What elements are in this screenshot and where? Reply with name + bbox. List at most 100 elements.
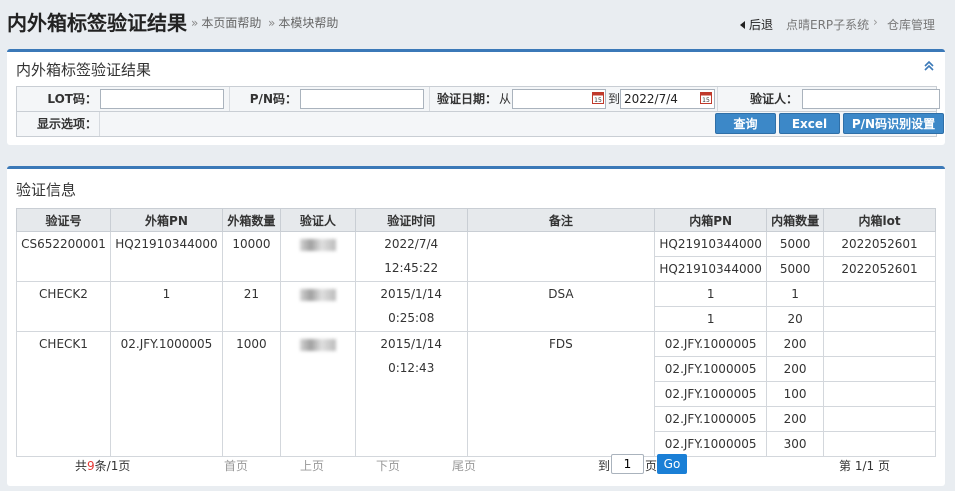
inner-pn-cell: 02.JFY.1000005 [654, 406, 768, 432]
prev-page-link[interactable]: 上页 [300, 457, 324, 474]
total-count: 共9条/1页 [75, 457, 130, 474]
inner-lot-cell [823, 306, 936, 332]
verifier-input[interactable] [802, 89, 940, 109]
filter-panel-title: 内外箱标签验证结果 [16, 61, 152, 79]
inner-pn-cell: 1 [654, 281, 768, 307]
date-label: 验证日期： [436, 92, 497, 106]
breadcrumb-item-erp[interactable]: 点晴ERP子系统 [786, 16, 869, 33]
page-help-label: 本页面帮助 [201, 16, 262, 30]
lot-input[interactable] [100, 89, 224, 109]
inner-pn-cell: HQ21910344000 [654, 231, 768, 257]
inner-lot-cell [823, 331, 936, 357]
first-page-link[interactable]: 首页 [224, 457, 248, 474]
total-prefix: 共 [75, 459, 88, 473]
table-row: CHECK1 02.JFY.1000005 1000 2015/1/14 0:1… [16, 331, 936, 457]
lot-label: LOT码： [47, 92, 97, 106]
note-cell [466, 231, 656, 282]
date-from-label: 从 [499, 92, 512, 106]
svg-text:15: 15 [702, 97, 710, 104]
pn-input[interactable] [300, 89, 424, 109]
outer-qty-cell: 21 [221, 281, 281, 332]
inner-qty-cell: 5000 [766, 256, 825, 282]
top-bar: 内外箱标签验证结果 » 本页面帮助 » 本模块帮助 后退 点晴ERP子系统 › 仓库… [0, 0, 955, 44]
column-header[interactable]: 验证时间 [354, 208, 468, 232]
calendar-icon[interactable]: 15 [700, 91, 712, 104]
excel-button[interactable]: Excel [779, 113, 840, 134]
verifier-cell [279, 231, 356, 282]
divider [429, 87, 430, 111]
inner-qty-cell: 200 [766, 406, 825, 432]
collapse-icon[interactable] [923, 60, 935, 72]
page-number-input[interactable] [611, 454, 644, 474]
pn-label: P/N码： [249, 92, 297, 106]
redacted-name [299, 288, 336, 301]
inner-qty-cell: 200 [766, 331, 825, 357]
verify-time-cell: 2022/7/4 12:45:22 [354, 231, 468, 282]
breadcrumb-item-warehouse[interactable]: 仓库管理 [887, 16, 935, 33]
note-cell: DSA [466, 281, 656, 332]
double-arrow-icon: » [191, 16, 199, 30]
back-arrow-icon [740, 21, 745, 29]
column-header[interactable]: 外箱PN [109, 208, 223, 232]
redacted-name [299, 238, 336, 251]
inner-pn-cell: 02.JFY.1000005 [654, 356, 768, 382]
module-help-label: 本模块帮助 [278, 16, 339, 30]
inner-lot-cell [823, 356, 936, 382]
last-page-link[interactable]: 尾页 [452, 457, 476, 474]
column-header[interactable]: 验证号 [16, 208, 111, 232]
column-header[interactable]: 内箱PN [654, 208, 768, 232]
inner-qty-cell: 5000 [766, 231, 825, 257]
page-help-link[interactable]: » 本页面帮助 [191, 14, 261, 31]
column-header[interactable]: 外箱数量 [221, 208, 281, 232]
table-row: CS652200001 HQ21910344000 10000 2022/7/4… [16, 231, 936, 282]
back-link[interactable]: 后退 [740, 16, 773, 33]
total-suffix: 条/1页 [94, 459, 131, 473]
outer-qty-cell: 10000 [221, 231, 281, 282]
pn-setting-button[interactable]: P/N码识别设置 [843, 113, 944, 134]
filter-form: LOT码： P/N码： 验证日期： 从 15 到 15 验证人： 显示选项： 查… [16, 86, 944, 137]
breadcrumb-separator-icon: › [873, 15, 878, 29]
redacted-name [299, 338, 336, 351]
results-panel: 验证信息 验证号 外箱PN 外箱数量 验证人 验证时间 备注 内箱PN 内箱数量… [7, 166, 945, 486]
module-help-link[interactable]: » 本模块帮助 [268, 14, 338, 31]
verify-time-cell: 2015/1/14 0:12:43 [354, 331, 468, 457]
inner-lot-cell: 2022052601 [823, 256, 936, 282]
double-arrow-icon: » [268, 16, 276, 30]
filter-panel: 内外箱标签验证结果 LOT码： P/N码： 验证日期： 从 15 到 15 验证… [7, 49, 945, 145]
outer-pn-cell: HQ21910344000 [109, 231, 223, 282]
query-button[interactable]: 查询 [715, 113, 776, 134]
inner-qty-cell: 20 [766, 306, 825, 332]
column-header[interactable]: 验证人 [279, 208, 356, 232]
back-label: 后退 [749, 18, 774, 32]
outer-pn-cell: 02.JFY.1000005 [109, 331, 223, 457]
inner-lot-cell [823, 406, 936, 432]
inner-pn-cell: 02.JFY.1000005 [654, 381, 768, 407]
next-page-link[interactable]: 下页 [376, 457, 400, 474]
page-info: 第 1/1 页 [839, 459, 890, 473]
verify-time-cell: 2015/1/14 0:25:08 [354, 281, 468, 332]
note-cell: FDS [466, 331, 656, 457]
inner-pn-cell: 02.JFY.1000005 [654, 431, 768, 457]
filter-row-2: 显示选项： 查询 Excel P/N码识别设置 [17, 112, 944, 137]
inner-lot-cell: 2022052601 [823, 231, 936, 257]
verifier-cell [279, 281, 356, 332]
inner-qty-cell: 1 [766, 281, 825, 307]
inner-qty-cell: 100 [766, 381, 825, 407]
calendar-icon[interactable]: 15 [592, 91, 604, 104]
verify-id-cell: CHECK1 [16, 331, 111, 457]
outer-pn-cell: 1 [109, 281, 223, 332]
go-button[interactable]: Go [657, 454, 687, 474]
column-header[interactable]: 备注 [466, 208, 656, 232]
table-row: CHECK2 1 21 2015/1/14 0:25:08 DSA 1 1 [16, 281, 936, 332]
filter-row-1: LOT码： P/N码： 验证日期： 从 15 到 15 验证人： [17, 87, 940, 112]
page-title: 内外箱标签验证结果 [7, 11, 187, 35]
inner-lot-cell [823, 431, 936, 457]
inner-pn-cell: HQ21910344000 [654, 256, 768, 282]
verifier-cell [279, 331, 356, 457]
inner-lot-cell [823, 281, 936, 307]
table-header-row: 验证号 外箱PN 外箱数量 验证人 验证时间 备注 内箱PN 内箱数量 内箱lo… [16, 208, 936, 232]
column-header[interactable]: 内箱数量 [766, 208, 825, 232]
column-header[interactable]: 内箱lot [823, 208, 936, 232]
divider [229, 87, 230, 111]
results-table: 验证号 外箱PN 外箱数量 验证人 验证时间 备注 内箱PN 内箱数量 内箱lo… [16, 208, 936, 457]
